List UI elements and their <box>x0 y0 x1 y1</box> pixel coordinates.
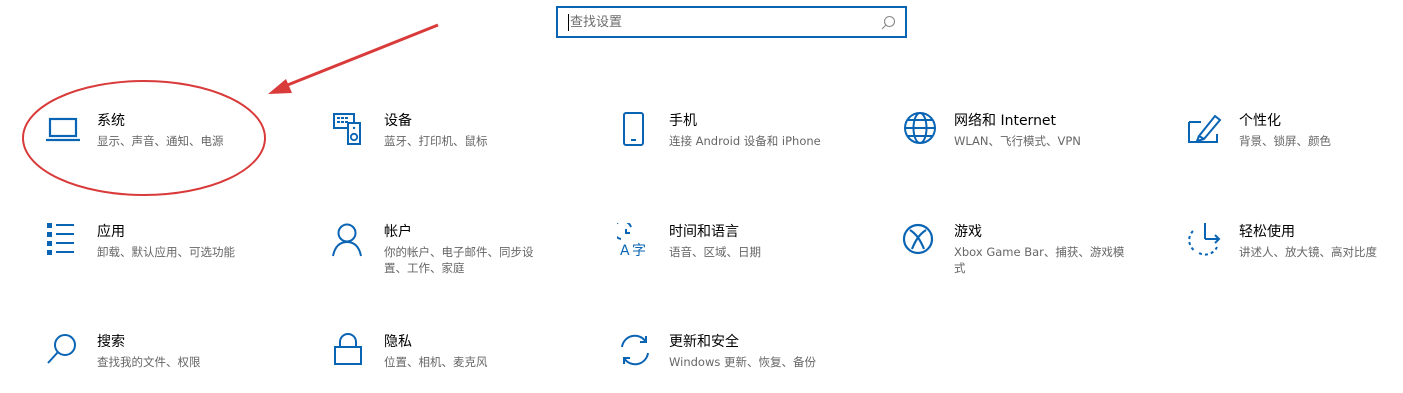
keyboard-speaker-icon <box>332 112 368 148</box>
lock-icon <box>332 333 368 369</box>
tile-description: 显示、声音、通知、电源 <box>97 134 224 148</box>
svg-text:A: A <box>620 243 630 259</box>
tile-title: 网络和 Internet <box>954 113 1057 129</box>
tile-gaming[interactable]: 游戏 Xbox Game Bar、捕获、游戏模式 <box>902 223 1152 283</box>
tile-description: 蓝牙、打印机、鼠标 <box>384 134 488 148</box>
tile-description: 语音、区域、日期 <box>669 245 761 259</box>
xbox-icon <box>902 223 938 259</box>
tile-description: 卸载、默认应用、可选功能 <box>97 245 235 259</box>
tile-devices[interactable]: 设备 蓝牙、打印机、鼠标 <box>332 112 582 172</box>
apps-list-icon <box>45 223 81 259</box>
tile-description: WLAN、飞行模式、VPN <box>954 134 1081 148</box>
tile-accounts[interactable]: 帐户 你的帐户、电子邮件、同步设置、工作、家庭 <box>332 223 582 283</box>
tile-title: 设备 <box>384 113 412 129</box>
time-language-icon: A字 <box>617 223 653 259</box>
tile-title: 应用 <box>97 224 125 240</box>
search-icon <box>45 333 81 369</box>
tile-title: 隐私 <box>384 334 412 350</box>
tile-title: 游戏 <box>954 224 982 240</box>
tile-description: 讲述人、放大镜、高对比度 <box>1239 245 1377 259</box>
tile-description: 位置、相机、麦克风 <box>384 355 488 369</box>
laptop-icon <box>45 112 81 148</box>
tile-personalization[interactable]: 个性化 背景、锁屏、颜色 <box>1187 112 1403 172</box>
tile-title: 时间和语言 <box>669 224 739 240</box>
tile-system[interactable]: 系统 显示、声音、通知、电源 <box>45 112 295 172</box>
tile-description: 背景、锁屏、颜色 <box>1239 134 1331 148</box>
tile-description: Xbox Game Bar、捕获、游戏模式 <box>954 245 1125 275</box>
tile-privacy[interactable]: 隐私 位置、相机、麦克风 <box>332 333 582 393</box>
tile-ease-of-access[interactable]: 轻松使用 讲述人、放大镜、高对比度 <box>1187 223 1403 283</box>
tile-title: 轻松使用 <box>1239 224 1295 240</box>
tile-description: Windows 更新、恢复、备份 <box>669 355 816 369</box>
text-caret <box>568 14 569 31</box>
tile-title: 系统 <box>97 113 125 129</box>
tile-apps[interactable]: 应用 卸载、默认应用、可选功能 <box>45 223 295 283</box>
tile-title: 搜索 <box>97 334 125 350</box>
person-icon <box>332 223 368 259</box>
tile-phone[interactable]: 手机 连接 Android 设备和 iPhone <box>617 112 867 172</box>
search-icon <box>881 15 896 30</box>
tile-update-security[interactable]: 更新和安全 Windows 更新、恢复、备份 <box>617 333 867 393</box>
tile-title: 帐户 <box>384 224 412 240</box>
search-placeholder: 查找设置 <box>570 15 623 30</box>
tile-description: 连接 Android 设备和 iPhone <box>669 134 821 148</box>
tile-time-language[interactable]: A字 时间和语言 语音、区域、日期 <box>617 223 867 283</box>
tile-title: 更新和安全 <box>669 334 739 350</box>
globe-icon <box>902 112 938 148</box>
tile-network[interactable]: 网络和 Internet WLAN、飞行模式、VPN <box>902 112 1152 172</box>
ease-of-access-icon <box>1187 223 1223 259</box>
svg-text:字: 字 <box>632 243 646 259</box>
tile-title: 个性化 <box>1239 113 1281 129</box>
annotation-arrow-head <box>268 79 292 94</box>
annotation-arrow-line <box>279 23 439 90</box>
search-input[interactable]: 查找设置 <box>556 6 907 38</box>
tile-search[interactable]: 搜索 查找我的文件、权限 <box>45 333 295 393</box>
tile-description: 查找我的文件、权限 <box>97 355 201 369</box>
sync-icon <box>617 333 653 369</box>
pen-tablet-icon <box>1187 112 1223 148</box>
tile-title: 手机 <box>669 113 697 129</box>
phone-icon <box>617 112 653 148</box>
tile-description: 你的帐户、电子邮件、同步设置、工作、家庭 <box>384 245 534 275</box>
annotation-overlay <box>22 23 439 196</box>
